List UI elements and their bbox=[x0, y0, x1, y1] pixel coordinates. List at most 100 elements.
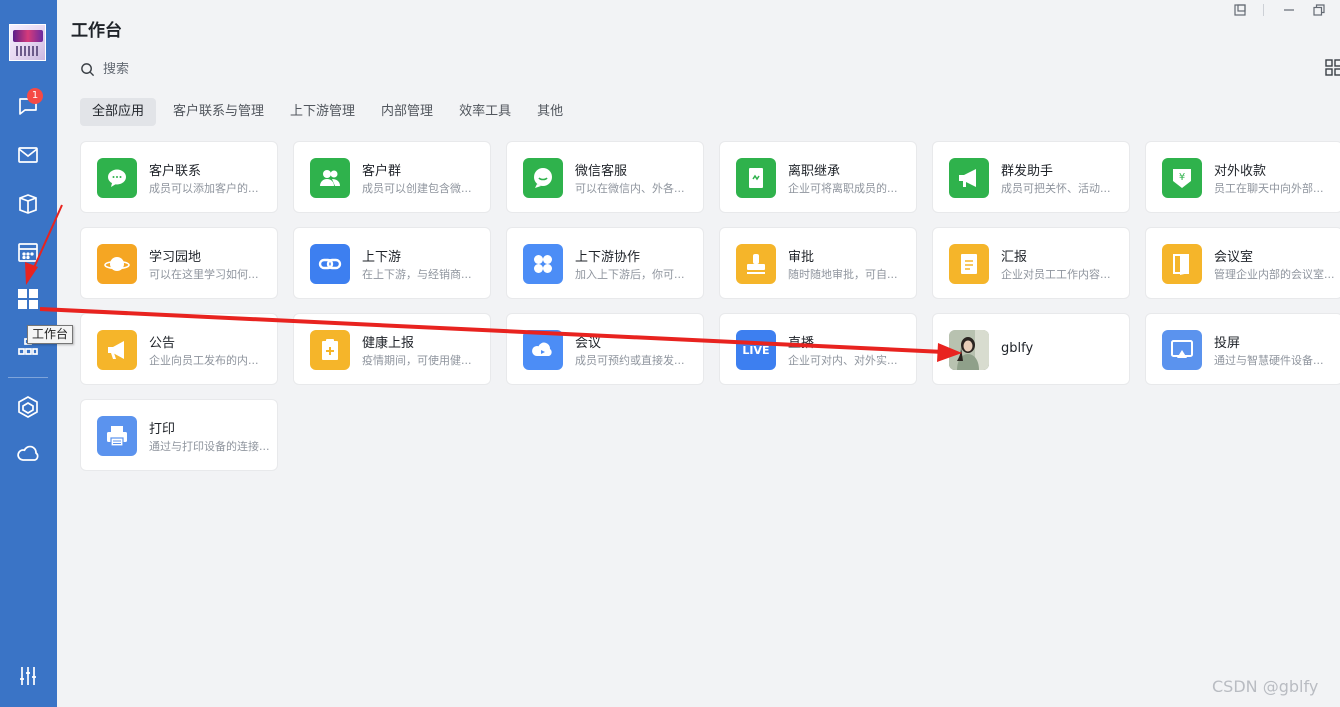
cloud-icon[interactable] bbox=[14, 440, 42, 468]
org-logo[interactable] bbox=[9, 24, 46, 61]
app-name: 审批 bbox=[788, 250, 815, 265]
app-name: 打印 bbox=[149, 422, 176, 437]
search-bar[interactable] bbox=[80, 59, 303, 79]
app-card-learning[interactable]: 学习园地 可以在这里学习如何... bbox=[80, 227, 278, 299]
app-name: 汇报 bbox=[1001, 250, 1028, 265]
app-desc: 企业对员工工作内容... bbox=[1001, 268, 1111, 281]
app-card-gblfy[interactable]: gblfy bbox=[932, 313, 1130, 385]
app-name: 微信客服 bbox=[575, 164, 628, 179]
sidebar-divider bbox=[8, 377, 48, 378]
app-desc: 成员可预约或直接发... bbox=[575, 354, 685, 367]
app-desc: 在上下游，与经销商... bbox=[362, 268, 472, 281]
category-tabs: 全部应用 客户联系与管理 上下游管理 内部管理 效率工具 其他 bbox=[80, 98, 580, 126]
apps-icon[interactable] bbox=[14, 393, 42, 421]
link-icon bbox=[310, 244, 350, 284]
stamp-icon bbox=[736, 244, 776, 284]
app-card-meeting[interactable]: 会议 成员可预约或直接发... bbox=[506, 313, 704, 385]
unread-badge: 1 bbox=[27, 88, 43, 104]
app-name: 会议室 bbox=[1214, 250, 1254, 265]
app-desc: 加入上下游后，你可... bbox=[575, 268, 685, 281]
chat-bubble-icon bbox=[97, 158, 137, 198]
app-name: 上下游协作 bbox=[575, 250, 641, 265]
app-card-screencast[interactable]: 投屏 通过与智慧硬件设备... bbox=[1145, 313, 1340, 385]
app-card-print[interactable]: 打印 通过与打印设备的连接... bbox=[80, 399, 278, 471]
live-icon: LIVE bbox=[736, 330, 776, 370]
search-input[interactable] bbox=[103, 61, 303, 77]
tab-internal[interactable]: 内部管理 bbox=[372, 98, 442, 126]
app-name: 对外收款 bbox=[1214, 164, 1267, 179]
app-desc: 通过与打印设备的连接... bbox=[149, 440, 270, 453]
app-name: 会议 bbox=[575, 336, 602, 351]
app-card-upstream-collab[interactable]: 上下游协作 加入上下游后，你可... bbox=[506, 227, 704, 299]
app-desc: 员工在聊天中向外部... bbox=[1214, 182, 1324, 195]
calendar-icon[interactable] bbox=[14, 238, 42, 266]
app-card-meeting-room[interactable]: 会议室 管理企业内部的会议室... bbox=[1145, 227, 1340, 299]
tab-upstream[interactable]: 上下游管理 bbox=[281, 98, 364, 126]
app-name: 健康上报 bbox=[362, 336, 415, 351]
app-card-live[interactable]: LIVE 直播 企业可对内、对外实... bbox=[719, 313, 917, 385]
pin-window-icon[interactable] bbox=[1232, 2, 1248, 18]
workbench-icon[interactable] bbox=[14, 285, 42, 313]
app-name: 群发助手 bbox=[1001, 164, 1054, 179]
app-desc: 疫情期间，可使用健... bbox=[362, 354, 472, 367]
app-card-mass-message[interactable]: 群发助手 成员可把关怀、活动... bbox=[932, 141, 1130, 213]
settings-icon[interactable] bbox=[14, 662, 42, 690]
clover-icon bbox=[523, 244, 563, 284]
watermark: CSDN @gblfy bbox=[1212, 677, 1319, 696]
app-card-upstream[interactable]: 上下游 在上下游，与经销商... bbox=[293, 227, 491, 299]
app-name: 客户群 bbox=[362, 164, 402, 179]
transfer-icon bbox=[736, 158, 776, 198]
app-card-wechat-service[interactable]: 微信客服 可以在微信内、外各... bbox=[506, 141, 704, 213]
app-desc: 可以在微信内、外各... bbox=[575, 182, 685, 195]
app-desc: 成员可把关怀、活动... bbox=[1001, 182, 1111, 195]
app-name: 投屏 bbox=[1214, 336, 1241, 351]
app-desc: 企业可对内、对外实... bbox=[788, 354, 898, 367]
door-icon bbox=[1162, 244, 1202, 284]
app-desc: 管理企业内部的会议室... bbox=[1214, 268, 1335, 281]
window-controls-divider bbox=[1263, 4, 1264, 16]
app-desc: 成员可以创建包含微... bbox=[362, 182, 472, 195]
megaphone-icon bbox=[949, 158, 989, 198]
app-desc: 可以在这里学习如何... bbox=[149, 268, 259, 281]
report-icon bbox=[949, 244, 989, 284]
mail-icon[interactable] bbox=[14, 141, 42, 169]
health-icon bbox=[310, 330, 350, 370]
app-name: 离职继承 bbox=[788, 164, 841, 179]
app-name: gblfy bbox=[1001, 341, 1034, 356]
app-card-external-payment[interactable]: ¥ 对外收款 员工在聊天中向外部... bbox=[1145, 141, 1340, 213]
app-name: 学习园地 bbox=[149, 250, 202, 265]
app-name: 直播 bbox=[788, 336, 815, 351]
app-card-customer-contact[interactable]: 客户联系 成员可以添加客户的... bbox=[80, 141, 278, 213]
app-card-health-report[interactable]: 健康上报 疫情期间，可使用健... bbox=[293, 313, 491, 385]
restore-icon[interactable] bbox=[1311, 2, 1327, 18]
docs-icon[interactable] bbox=[14, 190, 42, 218]
planet-icon bbox=[97, 244, 137, 284]
svg-text:¥: ¥ bbox=[1179, 172, 1185, 183]
app-card-report[interactable]: 汇报 企业对员工工作内容... bbox=[932, 227, 1130, 299]
tab-efficiency[interactable]: 效率工具 bbox=[450, 98, 520, 126]
app-card-resignation-inherit[interactable]: 离职继承 企业可将离职成员的... bbox=[719, 141, 917, 213]
app-card-customer-group[interactable]: 客户群 成员可以创建包含微... bbox=[293, 141, 491, 213]
app-name: 上下游 bbox=[362, 250, 402, 265]
app-card-approval[interactable]: 审批 随时随地审批，可自... bbox=[719, 227, 917, 299]
workbench-tooltip: 工作台 bbox=[27, 325, 73, 344]
app-desc: 企业向员工发布的内... bbox=[149, 354, 259, 367]
meeting-icon bbox=[523, 330, 563, 370]
cast-icon bbox=[1162, 330, 1202, 370]
minimize-icon[interactable] bbox=[1281, 2, 1297, 18]
tab-all-apps[interactable]: 全部应用 bbox=[80, 98, 157, 126]
app-grid-icon[interactable] bbox=[1325, 59, 1340, 77]
avatar-photo-icon bbox=[949, 330, 989, 370]
tab-other[interactable]: 其他 bbox=[528, 98, 572, 126]
app-name: 公告 bbox=[149, 336, 176, 351]
app-desc: 企业可将离职成员的... bbox=[788, 182, 898, 195]
wechat-service-icon bbox=[523, 158, 563, 198]
printer-icon bbox=[97, 416, 137, 456]
app-name: 客户联系 bbox=[149, 164, 202, 179]
payment-icon: ¥ bbox=[1162, 158, 1202, 198]
app-card-announcement[interactable]: 公告 企业向员工发布的内... bbox=[80, 313, 278, 385]
app-desc: 成员可以添加客户的... bbox=[149, 182, 259, 195]
tab-customer[interactable]: 客户联系与管理 bbox=[164, 98, 273, 126]
group-icon bbox=[310, 158, 350, 198]
search-icon bbox=[81, 62, 95, 76]
